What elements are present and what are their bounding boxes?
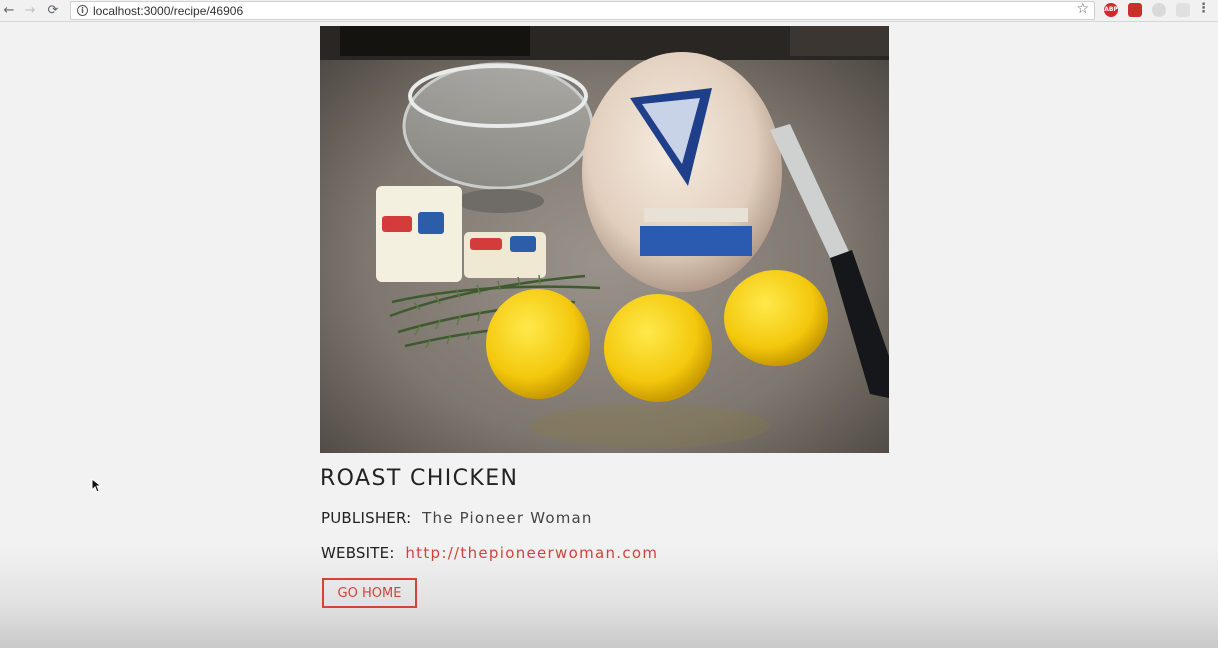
website-row: WEBSITE: http://thepioneerwoman.com xyxy=(321,544,658,562)
forward-arrow-icon[interactable]: → xyxy=(22,1,38,20)
go-home-button[interactable]: GO HOME xyxy=(322,578,417,608)
extension-icon[interactable] xyxy=(1128,3,1142,17)
recipe-image xyxy=(320,26,889,453)
info-icon[interactable]: i xyxy=(77,5,88,16)
url-text[interactable]: localhost:3000/recipe/46906 xyxy=(93,4,243,18)
address-bar[interactable]: i localhost:3000/recipe/46906 ☆ xyxy=(70,1,1095,20)
mouse-cursor-icon xyxy=(91,478,102,493)
extension-icon[interactable] xyxy=(1176,3,1190,17)
bookmark-star-icon[interactable]: ☆ xyxy=(1076,1,1089,17)
publisher-value: The Pioneer Woman xyxy=(422,509,593,527)
adblock-extension-icon[interactable]: ABP xyxy=(1104,3,1118,17)
reload-icon[interactable]: ⟳ xyxy=(45,1,61,20)
recipe-title: ROAST CHICKEN xyxy=(320,466,519,491)
menu-kebab-icon[interactable]: ⋮ xyxy=(1197,1,1210,16)
publisher-label: PUBLISHER: xyxy=(321,509,412,527)
extension-icon[interactable] xyxy=(1152,3,1166,17)
back-arrow-icon[interactable]: ← xyxy=(1,1,17,20)
publisher-row: PUBLISHER: The Pioneer Woman xyxy=(321,509,593,527)
website-link[interactable]: http://thepioneerwoman.com xyxy=(405,544,658,562)
browser-toolbar: ← → ⟳ i localhost:3000/recipe/46906 ☆ AB… xyxy=(0,0,1218,22)
website-label: WEBSITE: xyxy=(321,544,395,562)
